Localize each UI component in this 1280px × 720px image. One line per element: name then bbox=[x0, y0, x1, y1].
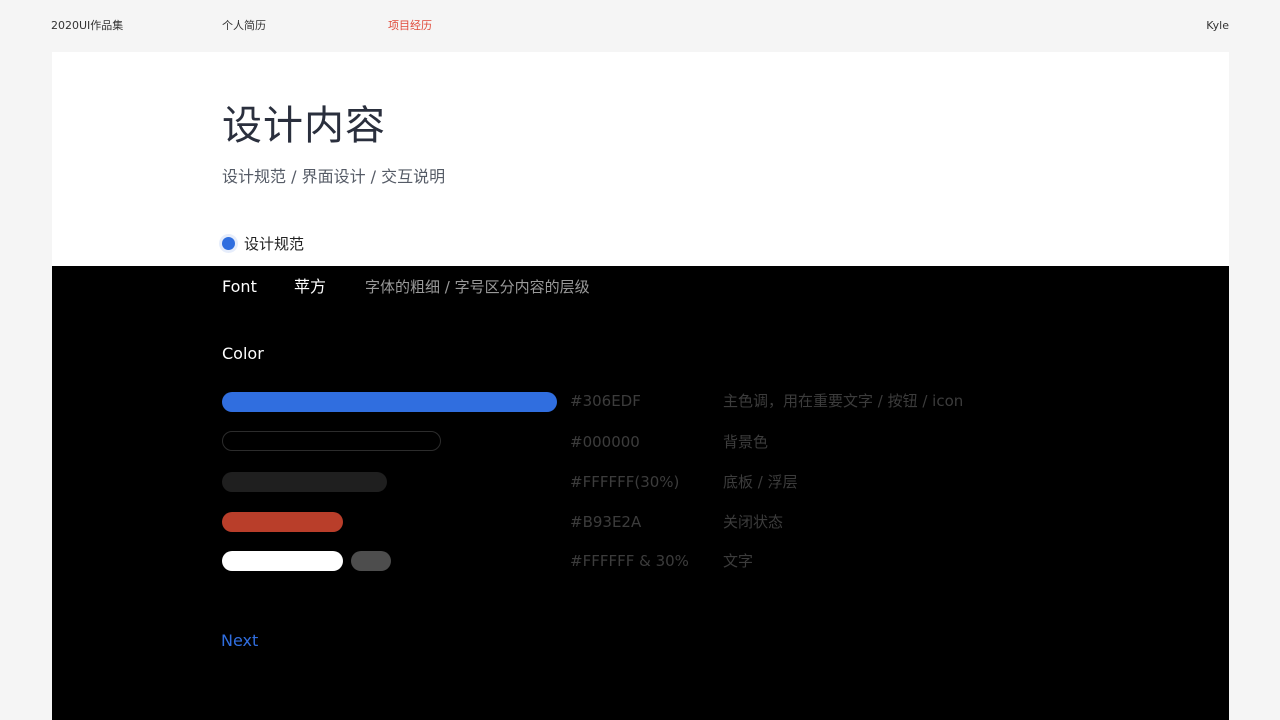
nav-user-link[interactable]: Kyle bbox=[1206, 18, 1229, 34]
section-title: 设计规范 bbox=[244, 235, 305, 253]
font-name: 苹方 bbox=[294, 277, 327, 296]
color-swatch-text bbox=[222, 551, 343, 571]
section-dot-icon bbox=[222, 237, 235, 250]
nav-resume-link[interactable]: 个人简历 bbox=[222, 18, 266, 34]
color-description: 文字 bbox=[723, 552, 754, 570]
page-title: 设计内容 bbox=[222, 103, 386, 149]
font-label: Font bbox=[222, 277, 257, 296]
color-hex: #B93E2A bbox=[570, 513, 642, 531]
color-description: 关闭状态 bbox=[723, 513, 784, 531]
font-description: 字体的粗细 / 字号区分内容的层级 bbox=[365, 278, 590, 296]
color-swatch-background bbox=[222, 431, 441, 451]
color-description: 底板 / 浮层 bbox=[723, 473, 798, 491]
page-subtitle: 设计规范 / 界面设计 / 交互说明 bbox=[222, 167, 446, 186]
color-description: 背景色 bbox=[723, 433, 769, 451]
color-swatch-primary bbox=[222, 392, 557, 412]
header-panel bbox=[52, 52, 1229, 266]
color-swatch-closed bbox=[222, 512, 343, 532]
color-swatch-surface bbox=[222, 472, 387, 492]
color-description: 主色调，用在重要文字 / 按钮 / icon bbox=[723, 392, 964, 410]
nav-projects-link[interactable]: 项目经历 bbox=[388, 18, 432, 34]
color-hex: #306EDF bbox=[570, 392, 641, 410]
color-label: Color bbox=[222, 344, 264, 363]
color-hex: #000000 bbox=[570, 433, 640, 451]
top-nav: 2020UI作品集 个人简历 项目经历 Kyle bbox=[0, 0, 1280, 52]
color-hex: #FFFFFF(30%) bbox=[570, 473, 680, 491]
nav-brand-link[interactable]: 2020UI作品集 bbox=[51, 18, 123, 34]
color-hex: #FFFFFF & 30% bbox=[570, 552, 689, 570]
next-link[interactable]: Next bbox=[221, 630, 258, 652]
color-swatch-text-30 bbox=[351, 551, 391, 571]
